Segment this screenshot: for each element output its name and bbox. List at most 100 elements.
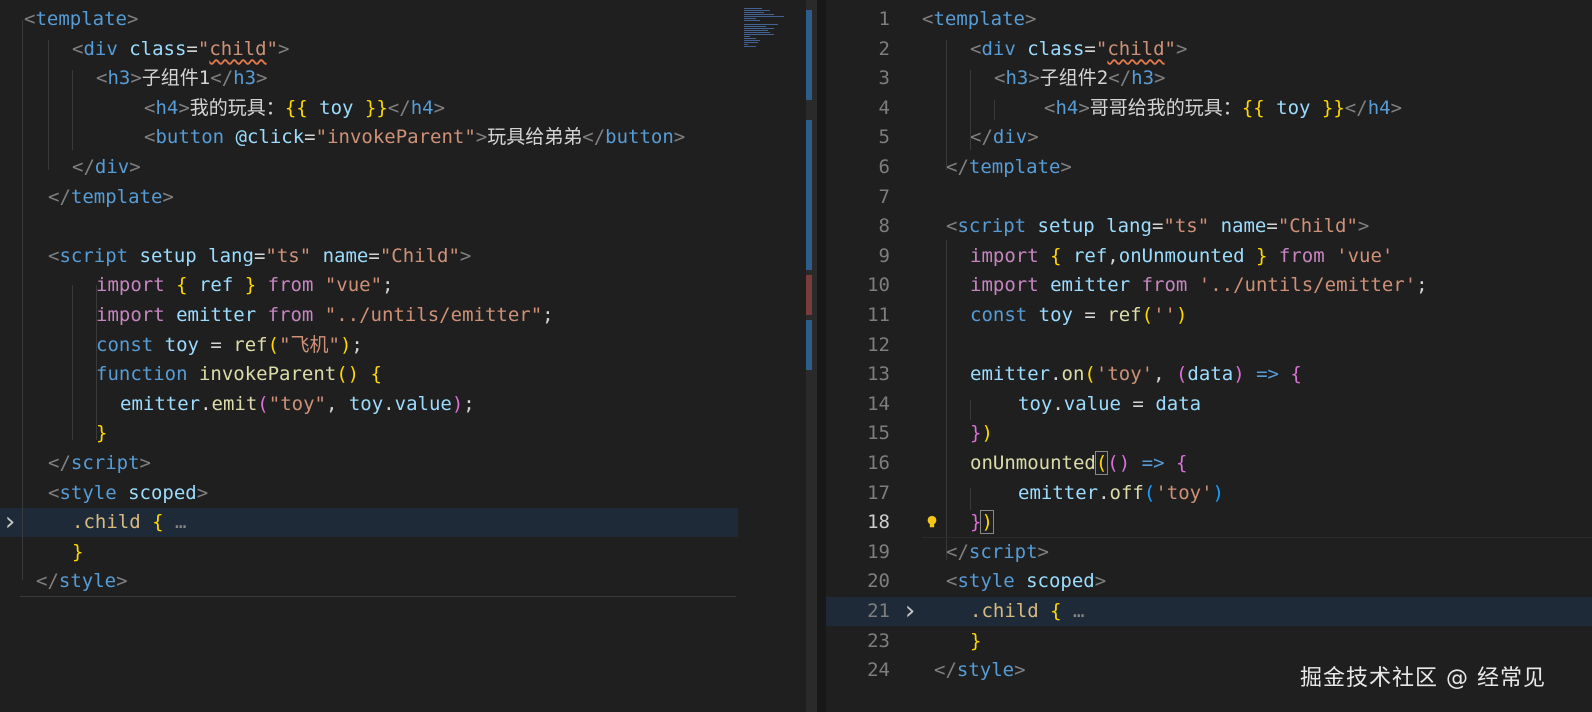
lightbulb-icon[interactable]	[926, 515, 938, 529]
code-token: const	[970, 304, 1039, 326]
code-token: <	[1044, 96, 1056, 119]
chevron-right-icon[interactable]: ›	[902, 598, 918, 624]
code-token: <	[922, 8, 934, 30]
code-token: "飞机"	[279, 333, 340, 356]
code-text[interactable]: <h4>哥哥给我的玩具：{{ toy }}</h4>	[1044, 94, 1402, 123]
code-text[interactable]: const toy = ref('')	[970, 301, 1187, 330]
code-line[interactable]: <style scoped>	[0, 479, 738, 508]
code-text[interactable]: <style scoped>	[946, 567, 1106, 596]
code-line[interactable]: <h4>我的玩具：{{ toy }}</h4>	[0, 94, 738, 123]
code-text[interactable]: onUnmounted(() => {	[970, 449, 1187, 478]
code-token: =	[253, 244, 266, 267]
code-text[interactable]: </style>	[36, 567, 128, 596]
code-text[interactable]: import emitter from "../untils/emitter";	[96, 301, 554, 330]
code-text[interactable]: import { ref } from "vue";	[96, 271, 393, 300]
code-text[interactable]: }	[96, 419, 107, 448]
code-line[interactable]: </template> 6	[826, 153, 1592, 182]
code-line[interactable]: onUnmounted(() => {16	[826, 449, 1592, 478]
code-text[interactable]: <button @click="invokeParent">玩具给弟弟</but…	[144, 123, 685, 152]
code-text[interactable]: const toy = ref("飞机");	[96, 331, 363, 360]
code-text[interactable]: <template>	[922, 5, 1036, 34]
code-line[interactable]: emitter.on('toy', (data) => {13	[826, 360, 1592, 389]
code-text[interactable]: import emitter from '../untils/emitter';	[970, 271, 1428, 300]
code-line[interactable]: <h3>子组件1</h3>	[0, 64, 738, 93]
code-text[interactable]: </template>	[48, 183, 174, 212]
code-line[interactable]: const toy = ref("飞机");	[0, 331, 738, 360]
code-line[interactable]: }	[0, 419, 738, 448]
code-text[interactable]: </style>	[934, 656, 1026, 685]
code-token: ;	[542, 304, 554, 326]
code-text[interactable]: <template>	[24, 5, 138, 34]
code-text[interactable]: })	[970, 508, 994, 537]
code-line[interactable]: </script>	[0, 449, 738, 478]
code-text[interactable]: toy.value = data	[1018, 390, 1201, 419]
code-text[interactable]: </div>	[970, 123, 1039, 152]
code-line[interactable]: emitter.off('toy') 17	[826, 479, 1592, 508]
code-line[interactable]: }) 15	[826, 419, 1592, 448]
code-text[interactable]: emitter.emit("toy", toy.value);	[120, 390, 475, 419]
code-token: <	[96, 67, 108, 90]
scrollbar[interactable]	[806, 0, 816, 712]
code-line[interactable]: } 23	[826, 627, 1592, 656]
code-text[interactable]: <div class="child">	[72, 35, 289, 64]
code-text[interactable]: </div>	[72, 153, 141, 182]
code-text[interactable]: <div class="child">	[970, 35, 1187, 64]
code-text[interactable]: import { ref,onUnmounted } from 'vue'	[970, 242, 1393, 271]
code-line[interactable]: <style scoped> 20	[826, 567, 1592, 596]
code-line[interactable]: import { ref,onUnmounted } from 'vue' 9	[826, 242, 1592, 271]
code-line[interactable]: <div class="child"> 2	[826, 35, 1592, 64]
code-line[interactable]: <template> 1	[826, 5, 1592, 34]
code-line[interactable]: </style>	[0, 567, 738, 596]
code-token: "Child"	[1277, 215, 1358, 238]
code-text[interactable]: .child { …	[970, 597, 1084, 626]
code-line[interactable]: <script setup lang="ts" name="Child"> 8	[826, 212, 1592, 241]
code-text[interactable]: emitter.off('toy')	[1018, 479, 1224, 508]
code-line[interactable]: emitter.emit("toy", toy.value);	[0, 390, 738, 419]
code-line[interactable]: </template>	[0, 183, 738, 212]
code-line[interactable]: }) 18	[826, 508, 1592, 537]
code-text[interactable]: </script>	[946, 538, 1049, 567]
code-line[interactable]: 7	[826, 183, 1592, 212]
code-line[interactable]: <h3>子组件2</h3> 3	[826, 64, 1592, 93]
indent-guide	[48, 40, 49, 170]
code-text[interactable]: }	[72, 538, 83, 567]
left-editor[interactable]: <template> <div class="child"> <h3>子组件1</h…	[0, 0, 738, 712]
code-text[interactable]: <h3>子组件2</h3>	[994, 64, 1165, 93]
code-text[interactable]: <h3>子组件1</h3>	[96, 64, 267, 93]
code-line[interactable]: <h4>哥哥给我的玩具：{{ toy }}</h4> 4	[826, 94, 1592, 123]
code-text[interactable]: function invokeParent() {	[96, 360, 382, 389]
code-line[interactable]: <div class="child">	[0, 35, 738, 64]
code-text[interactable]: })	[970, 419, 993, 448]
minimap[interactable]	[738, 0, 808, 712]
code-line[interactable]: 12	[826, 331, 1592, 360]
right-editor[interactable]: <template> 1 <div class="child"> 2 <h3>子组件2<…	[826, 0, 1592, 712]
chevron-right-icon[interactable]: ›	[2, 509, 18, 535]
code-text[interactable]: .child { …	[72, 508, 186, 537]
code-text[interactable]: <style scoped>	[48, 479, 208, 508]
code-token: template	[35, 8, 127, 30]
code-line[interactable]: </div> 5	[826, 123, 1592, 152]
code-line[interactable]: const toy = ref('') 11	[826, 301, 1592, 330]
code-line[interactable]: </div>	[0, 153, 738, 182]
code-line[interactable]: .child { … 21	[826, 597, 1592, 626]
code-line[interactable]: import emitter from "../untils/emitter";	[0, 301, 738, 330]
code-token: }	[970, 511, 982, 534]
code-line[interactable]: toy.value = data 14	[826, 390, 1592, 419]
code-text[interactable]: <h4>我的玩具：{{ toy }}</h4>	[144, 94, 445, 123]
code-line[interactable]: import { ref } from "vue";	[0, 271, 738, 300]
code-line[interactable]: }	[0, 538, 738, 567]
code-line[interactable]: import emitter from '../untils/emitter';…	[826, 271, 1592, 300]
code-line[interactable]: .child { …	[0, 508, 738, 538]
code-line[interactable]	[0, 212, 738, 241]
code-text[interactable]: </template>	[946, 153, 1072, 182]
code-line[interactable]: function invokeParent() {	[0, 360, 738, 389]
code-text[interactable]: </script>	[48, 449, 151, 478]
code-line[interactable]: </script> 19	[826, 538, 1592, 567]
code-line[interactable]: <button @click="invokeParent">玩具给弟弟</but…	[0, 123, 738, 152]
code-text[interactable]: }	[970, 627, 981, 656]
code-text[interactable]: <script setup lang="ts" name="Child">	[48, 242, 471, 271]
code-line[interactable]: <script setup lang="ts" name="Child">	[0, 242, 738, 271]
code-line[interactable]: <template>	[0, 5, 738, 34]
code-text[interactable]: <script setup lang="ts" name="Child">	[946, 212, 1369, 241]
code-text[interactable]: emitter.on('toy', (data) => {	[970, 360, 1302, 389]
